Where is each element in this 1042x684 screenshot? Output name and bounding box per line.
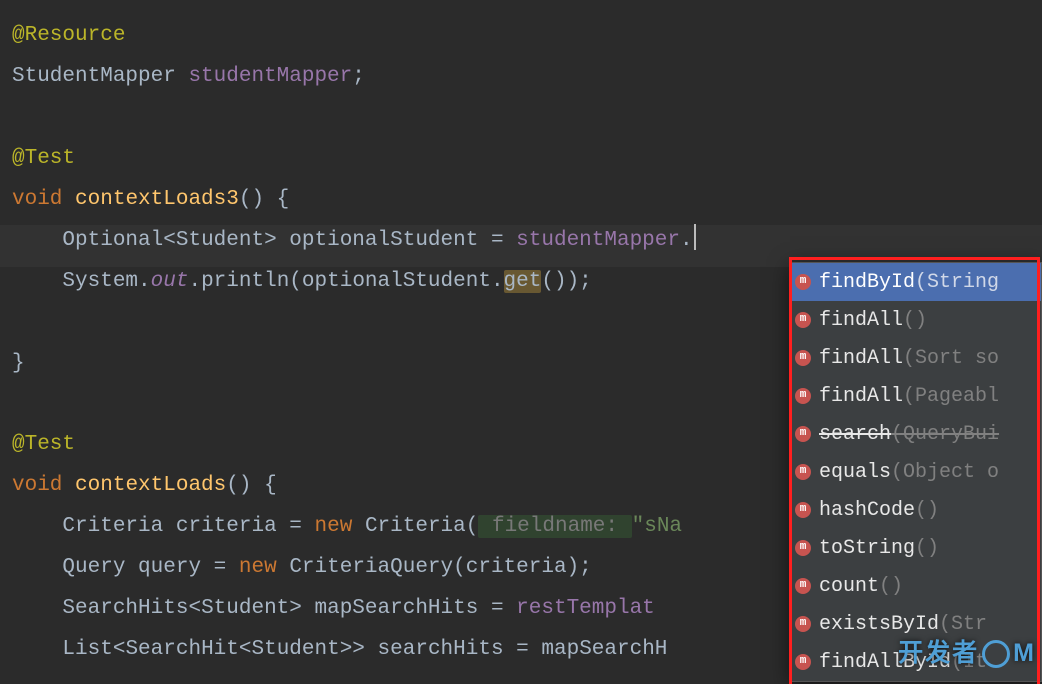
annotation-test: @Test — [12, 147, 75, 170]
autocomplete-item[interactable]: msearch(QueryBui — [791, 415, 1041, 453]
method-icon: m — [795, 464, 811, 480]
method-get: get — [504, 270, 542, 293]
type-name: Optional — [62, 229, 163, 252]
method-icon: m — [795, 654, 811, 670]
autocomplete-method-name: toString — [819, 529, 915, 567]
variable: searchHits — [378, 638, 504, 661]
autocomplete-item[interactable]: m findById(String — [791, 263, 1041, 301]
code-line: @Resource — [8, 16, 1042, 57]
autocomplete-method-name: findAll — [819, 301, 903, 339]
variable: query — [138, 556, 201, 579]
autocomplete-params: () — [879, 567, 903, 605]
method-call: println — [201, 270, 289, 293]
type-name: Query — [62, 556, 125, 579]
method-icon: m — [795, 502, 811, 518]
type-name: SearchHit — [125, 638, 238, 661]
code-line: Optional<Student> optionalStudent = stud… — [8, 221, 1042, 262]
variable: criteria — [176, 515, 277, 538]
autocomplete-method-name: findAll — [819, 339, 903, 377]
watermark: 开发者 M — [898, 629, 1036, 678]
variable: criteria — [466, 556, 567, 579]
variable: optionalStudent — [289, 229, 478, 252]
autocomplete-params: () — [915, 529, 939, 567]
code-line: StudentMapper studentMapper; — [8, 57, 1042, 98]
type-name: Student — [176, 229, 264, 252]
method-icon: m — [795, 616, 811, 632]
keyword-new: new — [315, 515, 353, 538]
method-icon: m — [795, 578, 811, 594]
variable: mapSearchHits — [315, 597, 479, 620]
param-hint: fieldname: — [478, 515, 631, 538]
autocomplete-params: (QueryBui — [891, 415, 999, 453]
method-icon: m — [795, 388, 811, 404]
autocomplete-item[interactable]: mcount() — [791, 567, 1041, 605]
method-icon: m — [795, 312, 811, 328]
autocomplete-item[interactable]: m findAll(Sort so — [791, 339, 1041, 377]
autocomplete-method-name: findById — [819, 263, 915, 301]
keyword-new: new — [239, 556, 277, 579]
autocomplete-method-name: count — [819, 567, 879, 605]
autocomplete-params: (Object o — [891, 453, 999, 491]
text-caret — [694, 224, 696, 250]
autocomplete-params: () — [915, 491, 939, 529]
watermark-text: 开发者 — [898, 629, 979, 678]
autocomplete-item[interactable]: m findAll(Pageabl — [791, 377, 1041, 415]
autocomplete-method-name: findAll — [819, 377, 903, 415]
type-name: CriteriaQuery — [289, 556, 453, 579]
watermark-ring-icon — [982, 640, 1010, 668]
code-line: @Test — [8, 139, 1042, 180]
method-icon: m — [795, 350, 811, 366]
type-name: System — [62, 270, 138, 293]
autocomplete-params: (Sort so — [903, 339, 999, 377]
watermark-text: M — [1013, 629, 1036, 678]
autocomplete-item[interactable]: m findAll() — [791, 301, 1041, 339]
variable: optionalStudent — [302, 270, 491, 293]
string-literal: "sNa — [632, 515, 682, 538]
method-name: contextLoads3 — [75, 188, 239, 211]
reference: mapSearchH — [541, 638, 667, 661]
code-editor[interactable]: @Resource StudentMapper studentMapper; @… — [0, 0, 1042, 684]
autocomplete-params: () — [903, 301, 927, 339]
code-line: void contextLoads3() { — [8, 180, 1042, 221]
annotation-test: @Test — [12, 433, 75, 456]
keyword-void: void — [12, 474, 62, 497]
method-icon: m — [795, 426, 811, 442]
autocomplete-item[interactable]: m hashCode() — [791, 491, 1041, 529]
type-name: Criteria — [62, 515, 163, 538]
method-icon: m — [795, 540, 811, 556]
type-name: Student — [251, 638, 339, 661]
field-name: studentMapper — [188, 65, 352, 88]
annotation-resource: @Resource — [12, 24, 125, 47]
type-name: Criteria — [365, 515, 466, 538]
autocomplete-method-name: equals — [819, 453, 891, 491]
method-icon: m — [795, 274, 811, 290]
type-name: Student — [201, 597, 289, 620]
autocomplete-method-name: hashCode — [819, 491, 915, 529]
autocomplete-params: (Pageabl — [903, 377, 999, 415]
method-name: contextLoads — [75, 474, 226, 497]
code-line — [8, 98, 1042, 139]
type-name: List — [62, 638, 112, 661]
autocomplete-popup[interactable]: mfindById(StringmfindAll()mfindAll(Sort … — [790, 262, 1042, 682]
type-name: SearchHits — [62, 597, 188, 620]
autocomplete-item[interactable]: m toString() — [791, 529, 1041, 567]
type-name: StudentMapper — [12, 65, 176, 88]
reference: restTemplat — [516, 597, 655, 620]
autocomplete-item[interactable]: mequals(Object o — [791, 453, 1041, 491]
autocomplete-params: (String — [915, 263, 999, 301]
autocomplete-method-name: search — [819, 415, 891, 453]
reference: studentMapper — [516, 229, 680, 252]
keyword-void: void — [12, 188, 62, 211]
field-out: out — [151, 270, 189, 293]
